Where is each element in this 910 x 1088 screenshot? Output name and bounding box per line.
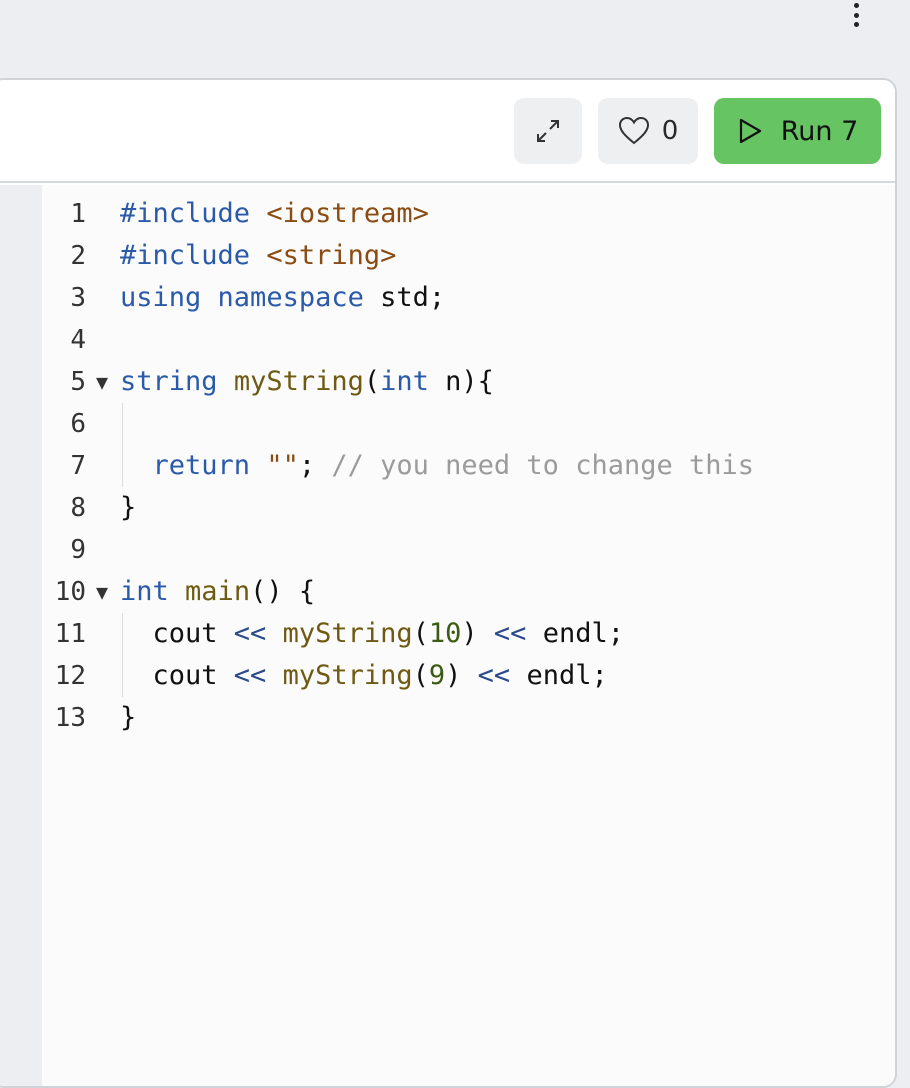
code-line[interactable]: 12 cout << myString(9) << endl; xyxy=(0,655,895,697)
code-token: myString xyxy=(282,618,413,649)
code-token: // you need to change this xyxy=(331,450,754,481)
code-token: namespace xyxy=(217,282,364,313)
heart-icon xyxy=(618,116,649,145)
code-text[interactable]: string myString(int n){ xyxy=(120,361,494,403)
code-text[interactable]: #include <string> xyxy=(120,235,396,277)
code-line[interactable]: 5 ▼ string myString(int n){ xyxy=(0,361,895,403)
code-token: << xyxy=(477,660,511,691)
code-token: ) xyxy=(461,618,494,649)
code-token: using xyxy=(120,282,202,313)
code-token: << xyxy=(493,618,527,649)
line-number: 9 xyxy=(70,535,86,565)
line-number: 5 xyxy=(70,367,86,397)
code-token: int xyxy=(120,576,169,607)
code-token: ; xyxy=(298,450,332,481)
code-token: return xyxy=(152,450,251,481)
fold-toggle-icon[interactable]: ▼ xyxy=(92,571,112,613)
code-token: std; xyxy=(363,282,446,313)
code-token: cout xyxy=(120,660,234,691)
line-number: 10 xyxy=(54,577,86,607)
code-token: () { xyxy=(250,576,316,607)
code-token: myString xyxy=(233,366,364,397)
more-options-icon[interactable] xyxy=(846,0,866,30)
code-token: myString xyxy=(282,660,413,691)
line-number: 4 xyxy=(70,325,86,355)
line-number: 3 xyxy=(70,283,86,313)
code-token: endl; xyxy=(510,660,608,691)
code-token: <string> xyxy=(266,240,397,271)
code-line[interactable]: 9 xyxy=(0,529,895,571)
code-line[interactable]: 7 return ""; // you need to change this xyxy=(0,445,895,487)
editor-toolbar: 0 Run 7 xyxy=(0,80,895,183)
code-line[interactable]: 11 cout << myString(10) << endl; xyxy=(0,613,895,655)
line-number: 2 xyxy=(70,241,86,271)
code-line[interactable]: 4 xyxy=(0,319,895,361)
expand-button[interactable] xyxy=(514,98,582,164)
code-token: ( xyxy=(412,618,429,649)
code-editor[interactable]: 1 #include <iostream> 2 #include <string> 3 u… xyxy=(0,185,895,1086)
run-button[interactable]: Run 7 xyxy=(714,98,881,164)
run-label: Run 7 xyxy=(780,115,859,147)
code-token: <iostream> xyxy=(266,198,429,229)
code-line[interactable]: 3 using namespace std; xyxy=(0,277,895,319)
expand-icon xyxy=(537,120,559,142)
code-token: ( xyxy=(412,660,429,691)
code-text[interactable]: using namespace std; xyxy=(120,277,445,319)
code-editor-card: 0 Run 7 1 #include <iostream> 2 #include <s… xyxy=(0,78,897,1088)
code-text[interactable]: cout << myString(9) << endl; xyxy=(120,655,608,697)
code-token: } xyxy=(120,492,137,523)
code-text[interactable]: return ""; // you need to change this xyxy=(120,445,754,487)
code-token: << xyxy=(233,660,267,691)
code-token: "" xyxy=(266,450,299,481)
code-line[interactable]: 8} xyxy=(0,487,895,529)
code-text[interactable]: int main() { xyxy=(120,571,315,613)
line-number: 11 xyxy=(54,619,86,649)
line-number: 13 xyxy=(54,703,86,733)
like-count: 0 xyxy=(661,116,679,146)
code-token: endl; xyxy=(526,618,624,649)
code-token: 9 xyxy=(428,660,446,691)
code-text[interactable]: #include <iostream> xyxy=(120,193,429,235)
code-line[interactable]: 13} xyxy=(0,697,895,739)
code-token: } xyxy=(120,702,137,733)
line-number: 1 xyxy=(70,199,86,229)
code-token: n){ xyxy=(428,366,494,397)
code-token: 10 xyxy=(428,618,462,649)
like-button[interactable]: 0 xyxy=(598,98,698,164)
indent-guide xyxy=(122,403,123,445)
code-token: #include xyxy=(120,240,251,271)
code-line[interactable]: 6 xyxy=(0,403,895,445)
code-lines[interactable]: 1 #include <iostream> 2 #include <string> 3 u… xyxy=(0,193,895,739)
line-number: 8 xyxy=(70,493,86,523)
play-icon xyxy=(739,118,761,144)
code-line[interactable]: 10 ▼ int main() { xyxy=(0,571,895,613)
code-token: string xyxy=(120,366,218,397)
line-number: 12 xyxy=(54,661,86,691)
fold-toggle-icon[interactable]: ▼ xyxy=(92,361,112,403)
code-token: cout xyxy=(120,618,234,649)
code-token: << xyxy=(233,618,267,649)
code-line[interactable]: 1 #include <iostream> xyxy=(0,193,895,235)
line-number: 7 xyxy=(70,451,86,481)
code-line[interactable]: 2 #include <string> xyxy=(0,235,895,277)
code-token: int xyxy=(380,366,429,397)
code-token: ( xyxy=(363,366,381,397)
code-token: ) xyxy=(445,660,478,691)
code-token: #include xyxy=(120,198,251,229)
code-text[interactable]: cout << myString(10) << endl; xyxy=(120,613,624,655)
code-text[interactable]: } xyxy=(120,697,136,739)
code-text[interactable]: } xyxy=(120,487,136,529)
line-number: 6 xyxy=(70,409,86,439)
code-token: main xyxy=(185,576,251,607)
